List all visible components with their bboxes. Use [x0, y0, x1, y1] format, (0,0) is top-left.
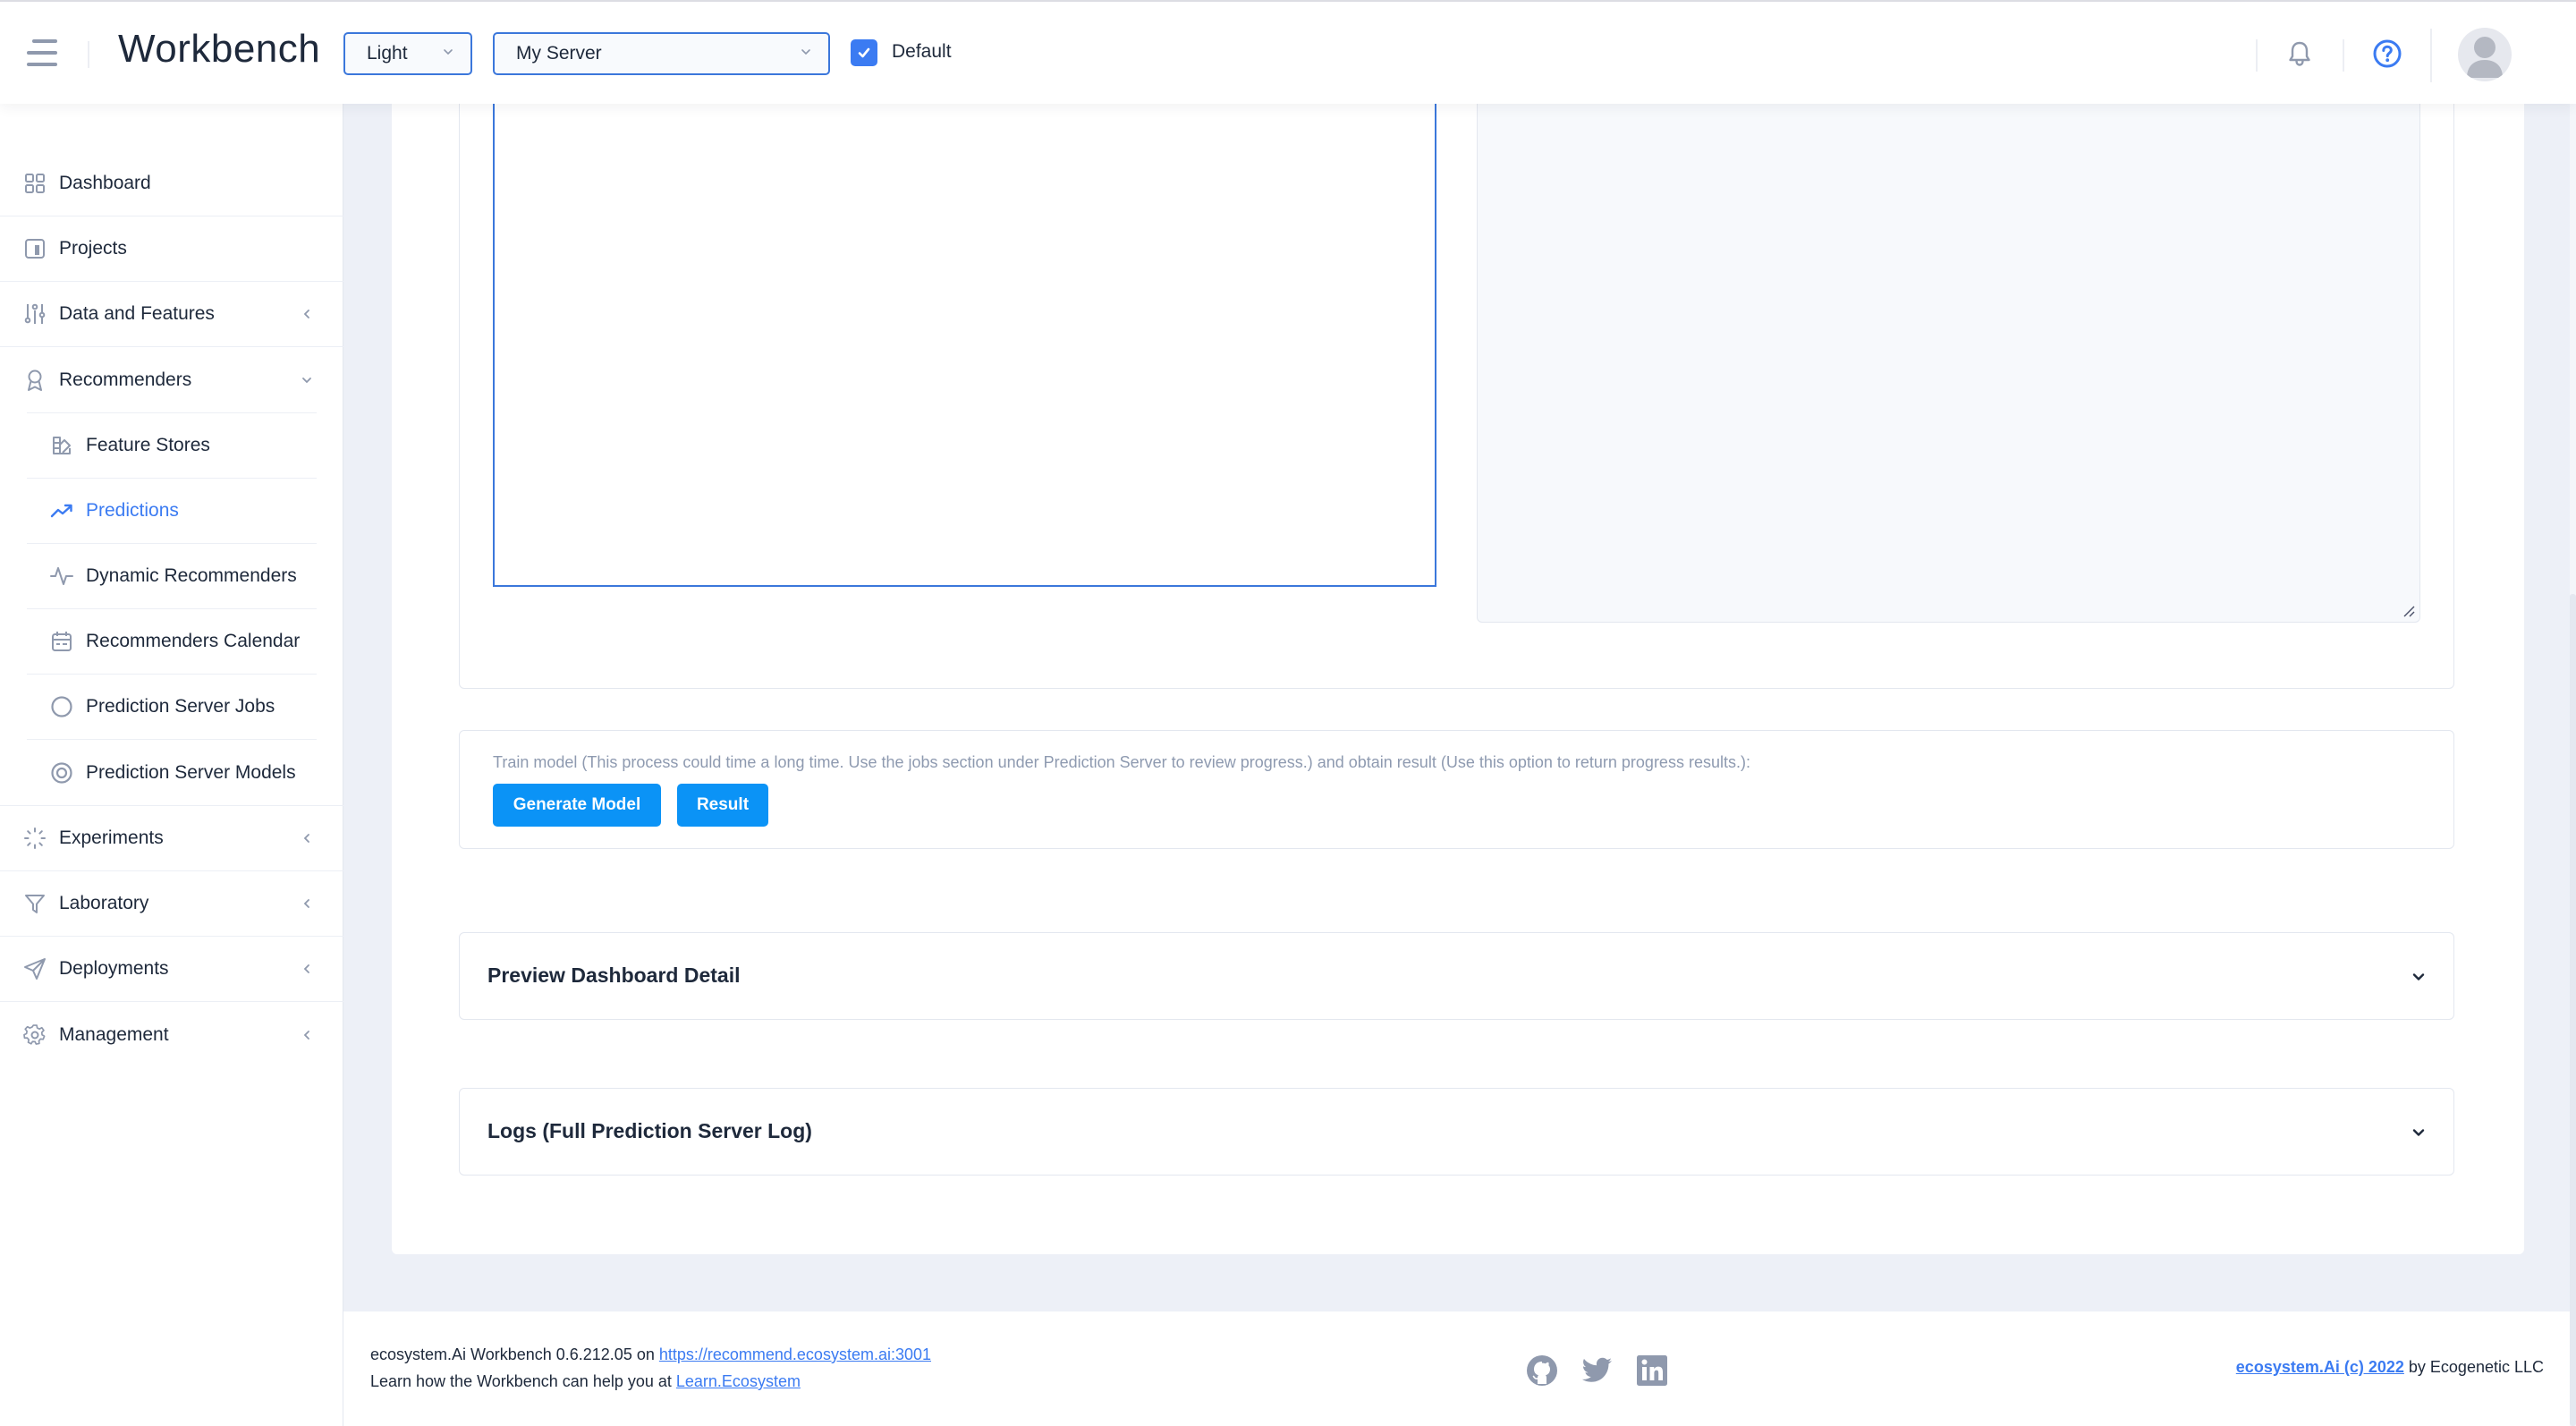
sidebar-item-recommenders-calendar[interactable]: Recommenders Calendar	[27, 609, 317, 675]
gear-icon	[23, 1023, 46, 1045]
sidebar-item-dynamic-recommenders[interactable]: Dynamic Recommenders	[27, 544, 317, 609]
sidebar-item-prediction-server-jobs[interactable]: Prediction Server Jobs	[27, 675, 317, 740]
train-model-panel: Train model (This process could time a l…	[459, 730, 2454, 849]
footer-copyright: ecosystem.Ai (c) 2022 by Ecogenetic LLC	[2236, 1358, 2544, 1377]
train-model-description: Train model (This process could time a l…	[493, 753, 1750, 771]
sidebar-item-label: Feature Stores	[86, 435, 210, 455]
server-select-value: My Server	[516, 43, 602, 64]
chevron-left-icon	[303, 899, 309, 908]
sliders-icon	[24, 303, 46, 324]
calendar-icon	[52, 632, 72, 651]
copyright-suffix: by Ecogenetic LLC	[2403, 1358, 2544, 1376]
sidebar-item-label: Data and Features	[59, 303, 215, 324]
server-url-link[interactable]: https://recommend.ecosystem.ai:3001	[659, 1345, 931, 1363]
divider	[88, 41, 89, 68]
chevron-down-icon	[2412, 973, 2425, 980]
sidebar-item-label: Management	[59, 1023, 169, 1045]
footer-version-text: ecosystem.Ai Workbench 0.6.212.05 on	[370, 1345, 659, 1363]
chevron-down-icon	[801, 49, 810, 55]
chevron-down-icon	[302, 377, 311, 383]
result-button[interactable]: Result	[677, 784, 768, 827]
sidebar-item-dashboard[interactable]: Dashboard	[0, 151, 343, 216]
sidebar-item-label: Experiments	[59, 828, 164, 848]
sidebar-item-data-and-features[interactable]: Data and Features	[0, 282, 343, 347]
sidebar-item-label: Projects	[59, 238, 127, 259]
user-silhouette-icon	[2467, 37, 2503, 78]
github-icon[interactable]	[1524, 1353, 1560, 1388]
check-icon	[858, 47, 870, 58]
twitter-icon[interactable]	[1579, 1353, 1614, 1388]
sidebar-item-label: Predictions	[86, 500, 179, 521]
sidebar-item-recommenders[interactable]: Recommenders	[0, 347, 343, 412]
project-board-icon	[25, 239, 45, 259]
sidebar: Dashboard Projects Data and Features Rec…	[0, 104, 343, 1426]
filter-icon	[25, 895, 45, 913]
award-icon	[28, 369, 42, 391]
chevron-left-icon	[303, 964, 309, 973]
chevron-left-icon	[303, 834, 309, 843]
linkedin-icon[interactable]	[1634, 1353, 1670, 1388]
sidebar-item-label: Recommenders Calendar	[86, 631, 301, 651]
sidebar-item-label: Recommenders	[59, 369, 192, 390]
circle-icon	[51, 696, 72, 717]
sidebar-item-label: Deployments	[59, 958, 169, 979]
chevron-down-icon	[444, 49, 453, 55]
chevron-left-icon	[303, 310, 309, 318]
menu-icon-bar	[27, 51, 57, 55]
divider	[2430, 29, 2432, 82]
bell-icon[interactable]	[2284, 38, 2316, 70]
loader-icon	[24, 828, 46, 849]
divider	[2343, 39, 2344, 72]
sidebar-item-experiments[interactable]: Experiments	[0, 806, 343, 871]
sidebar-item-prediction-server-models[interactable]: Prediction Server Models	[27, 740, 317, 805]
footer: ecosystem.Ai Workbench 0.6.212.05 on htt…	[343, 1311, 2576, 1426]
scrollbar-thumb[interactable]	[2570, 594, 2576, 1426]
sidebar-item-label: Prediction Server Models	[86, 761, 296, 783]
divider	[2256, 39, 2258, 72]
sidebar-item-laboratory[interactable]: Laboratory	[0, 871, 343, 937]
default-checkbox[interactable]	[851, 39, 877, 66]
theme-select[interactable]: Light	[343, 32, 472, 75]
output-textarea[interactable]	[1477, 104, 2420, 623]
avatar[interactable]	[2458, 28, 2512, 81]
chevron-left-icon	[303, 1030, 309, 1040]
sidebar-item-projects[interactable]: Projects	[0, 216, 343, 282]
sidebar-item-label: Dashboard	[59, 173, 151, 193]
generate-model-button[interactable]: Generate Model	[493, 784, 661, 827]
accordion-logs[interactable]: Logs (Full Prediction Server Log)	[459, 1088, 2454, 1176]
sidebar-item-label: Laboratory	[59, 893, 149, 913]
default-checkbox-label: Default	[892, 41, 952, 62]
help-icon[interactable]	[2371, 38, 2403, 70]
sidebar-item-label: Dynamic Recommenders	[86, 565, 297, 586]
learn-ecosystem-link[interactable]: Learn.Ecosystem	[676, 1372, 801, 1390]
sidebar-item-label: Prediction Server Jobs	[86, 696, 275, 717]
input-editor[interactable]	[493, 104, 1436, 587]
footer-learn: Learn how the Workbench can help you at …	[370, 1372, 801, 1391]
server-select[interactable]: My Server	[493, 32, 830, 75]
copyright-link[interactable]: ecosystem.Ai (c) 2022	[2236, 1358, 2404, 1376]
trending-up-icon	[50, 504, 72, 518]
resize-handle-icon[interactable]	[2402, 604, 2416, 618]
target-icon	[51, 761, 72, 784]
sidebar-item-feature-stores[interactable]: Feature Stores	[27, 413, 317, 479]
chevron-down-icon	[2412, 1129, 2425, 1136]
menu-icon-bar	[27, 63, 57, 66]
footer-version: ecosystem.Ai Workbench 0.6.212.05 on htt…	[370, 1345, 931, 1364]
footer-learn-text: Learn how the Workbench can help you at	[370, 1372, 676, 1390]
menu-icon-bar	[32, 39, 57, 43]
sidebar-item-deployments[interactable]: Deployments	[0, 937, 343, 1002]
menu-icon[interactable]	[27, 39, 63, 66]
top-header: Workbench Light My Server Default	[0, 0, 2576, 104]
app-title: Workbench	[118, 27, 321, 71]
feature-store-icon	[53, 437, 71, 454]
accordion-preview-dashboard-detail[interactable]: Preview Dashboard Detail	[459, 932, 2454, 1020]
accordion-title: Logs (Full Prediction Server Log)	[487, 1119, 812, 1142]
send-icon	[24, 958, 46, 980]
grid-icon	[25, 174, 45, 193]
theme-select-value: Light	[367, 43, 408, 64]
sidebar-item-predictions[interactable]: Predictions	[27, 479, 317, 544]
accordion-title: Preview Dashboard Detail	[487, 963, 741, 987]
sidebar-item-management[interactable]: Management	[0, 1002, 343, 1067]
activity-icon	[50, 567, 73, 585]
